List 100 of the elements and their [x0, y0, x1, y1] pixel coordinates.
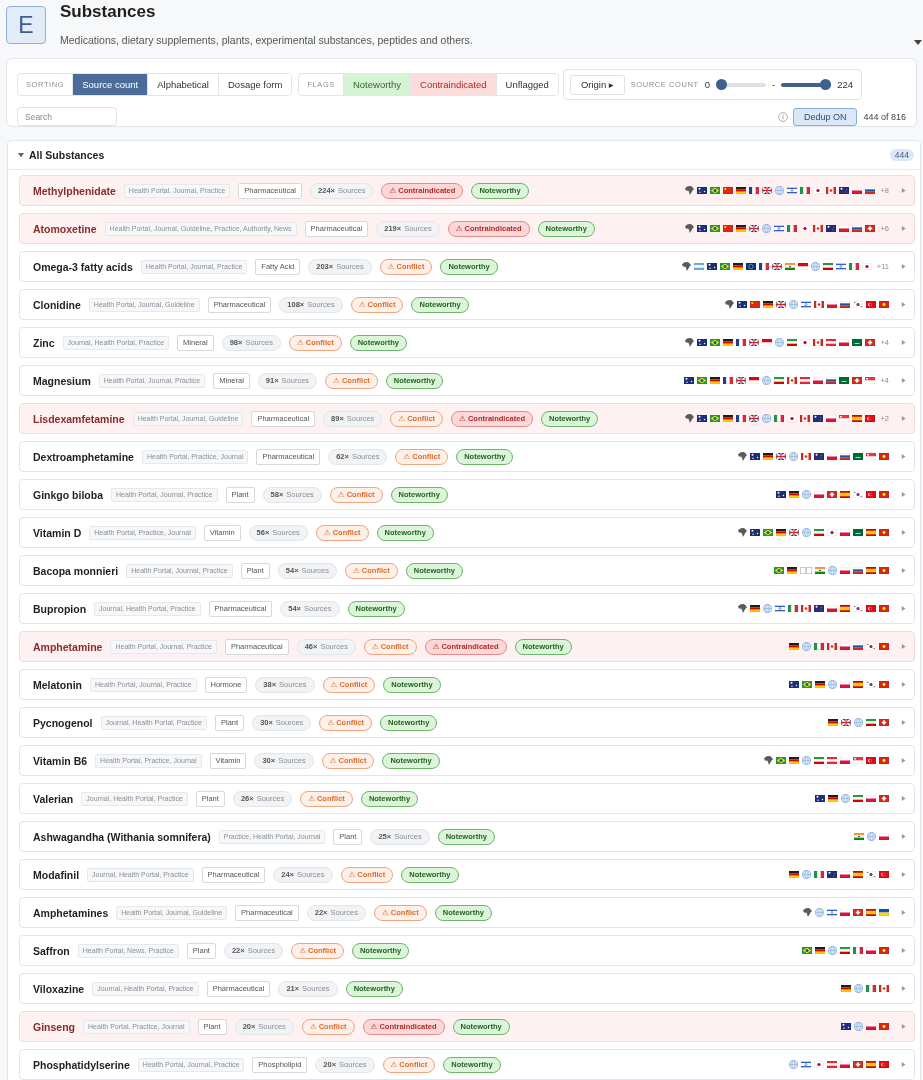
- flag-icon: [866, 1061, 876, 1068]
- flag-icon: [853, 491, 863, 498]
- flag-icon: [827, 757, 837, 764]
- sort-option-button[interactable]: Source count: [72, 74, 148, 95]
- flag-icon: [800, 377, 811, 384]
- flag-icon: [774, 377, 785, 384]
- substance-name: Bupropion: [33, 602, 87, 615]
- flag-icon: [776, 757, 786, 764]
- flag-icon: [839, 339, 850, 346]
- flag-icon: [723, 225, 734, 232]
- continent-icon: [738, 528, 747, 537]
- logo-tile: E: [6, 6, 46, 44]
- substance-name: Methylphenidate: [33, 184, 116, 197]
- flag-icon: [866, 795, 876, 802]
- flag-icon: [814, 1061, 824, 1068]
- flag-icon: [826, 187, 837, 194]
- flag-icon: [840, 491, 850, 498]
- flag-icon: [852, 225, 863, 232]
- flag-icon: [789, 491, 799, 498]
- flag-icon: [723, 377, 734, 384]
- caret-icon[interactable]: [18, 152, 24, 158]
- flag-icon: [827, 871, 837, 878]
- caret-icon[interactable]: [914, 40, 922, 45]
- flag-icon: [789, 529, 799, 536]
- substance-name: Amphetamine: [33, 640, 103, 653]
- flag-icon: [866, 643, 876, 650]
- flag-icon: [762, 187, 773, 194]
- max-range-slider[interactable]: [781, 79, 832, 90]
- flag-icon: [852, 339, 863, 346]
- flag-icon: [854, 833, 864, 840]
- flag-icon: [813, 339, 824, 346]
- search-field[interactable]: Search: [17, 107, 117, 126]
- flag-icon: [866, 1023, 876, 1030]
- flag-icon: [710, 415, 721, 422]
- flag-icon: [841, 719, 851, 726]
- flag-icon: [815, 795, 825, 802]
- flag-icon: [697, 415, 708, 422]
- flag-icon: [776, 453, 786, 460]
- flag-icon: [866, 491, 876, 498]
- flag-icon: [710, 225, 721, 232]
- slider-thumb[interactable]: [820, 79, 832, 90]
- continent-icon: [681, 262, 691, 271]
- flag-icon: [723, 339, 734, 346]
- flag-icon: [866, 567, 876, 574]
- flag-icon: [814, 757, 824, 764]
- min-range-slider[interactable]: [716, 79, 766, 90]
- contraindicated-filter-button[interactable]: Contraindicated: [410, 74, 496, 95]
- unflagged-filter-button[interactable]: Unflagged: [495, 74, 558, 95]
- flag-icon: [865, 339, 876, 346]
- flag-icon: [879, 301, 889, 308]
- flag-icon: [853, 909, 863, 916]
- continent-icon: [764, 756, 773, 765]
- flag-icon: [736, 415, 747, 422]
- page-subtitle: Medications, dietary supplements, plants, experimental substances, peptides and others.: [60, 34, 473, 46]
- flag-icon: [771, 263, 782, 270]
- flag-icon: [866, 301, 876, 308]
- count-pill: 444: [889, 149, 914, 161]
- substance-name: Pycnogenol: [33, 716, 93, 729]
- flag-icon: [879, 605, 889, 612]
- flag-icon: [776, 491, 786, 498]
- globe-icon: [802, 528, 811, 537]
- flag-icon: [775, 605, 785, 612]
- flag-icon: [840, 567, 850, 574]
- substance-name: Zinc: [33, 336, 55, 349]
- flag-icon: [827, 605, 837, 612]
- flag-icon: [841, 1023, 851, 1030]
- flag-icon: [774, 567, 784, 574]
- noteworthy-filter-button[interactable]: Noteworthy: [342, 74, 411, 95]
- globe-icon: [762, 224, 772, 233]
- flag-icon: [853, 567, 863, 574]
- slider-thumb[interactable]: [716, 79, 727, 90]
- missing-glyph-icon: [800, 567, 812, 574]
- flag-icon: [697, 339, 708, 346]
- flag-icon: [693, 263, 704, 270]
- substance-name: Vitamin D: [33, 526, 82, 539]
- substance-name: Atomoxetine: [33, 222, 97, 235]
- flag-icon: [866, 757, 876, 764]
- flag-icon: [762, 339, 773, 346]
- flag-icon: [800, 187, 811, 194]
- dedup-button[interactable]: Dedup ON: [792, 107, 858, 126]
- flag-icon: [697, 377, 708, 384]
- section-header[interactable]: All Substances 444: [8, 141, 920, 170]
- globe-icon: [775, 186, 785, 195]
- continent-icon: [725, 300, 734, 309]
- continent-icon: [685, 338, 695, 347]
- flag-icon: [749, 339, 760, 346]
- flag-icon: [750, 605, 760, 612]
- flag-icon: [840, 681, 850, 688]
- flag-icon: [840, 453, 850, 460]
- sort-option-button[interactable]: Dosage form: [218, 74, 292, 95]
- flag-icon: [879, 529, 889, 536]
- flag-icon: [826, 377, 837, 384]
- flag-icon: [840, 301, 850, 308]
- flag-icon: [853, 795, 863, 802]
- flag-icon: [866, 681, 876, 688]
- max-reading: 224: [837, 79, 853, 90]
- origin-button[interactable]: Origin ▸: [569, 74, 625, 95]
- flag-icon: [839, 415, 850, 422]
- info-icon[interactable]: [777, 111, 788, 122]
- flag-icon: [710, 339, 721, 346]
